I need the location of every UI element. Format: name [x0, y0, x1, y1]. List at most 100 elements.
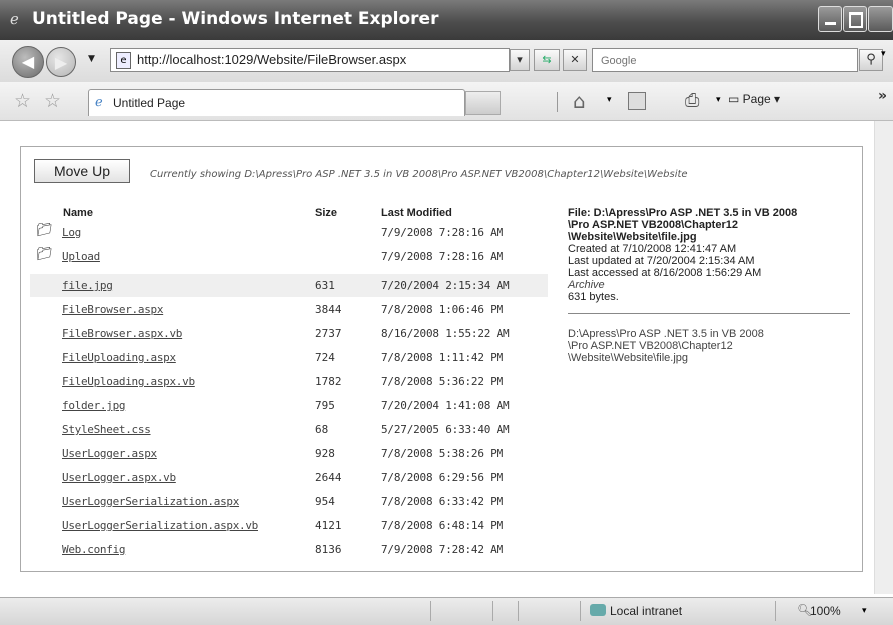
home-dropdown-icon[interactable]: ▾	[607, 95, 612, 105]
file-link[interactable]: UserLoggerSerialization.aspx	[62, 495, 239, 508]
file-link[interactable]: UserLogger.aspx.vb	[62, 471, 176, 484]
stop-button[interactable]: ✕	[563, 49, 587, 71]
file-link[interactable]: StyleSheet.css	[62, 423, 151, 436]
new-tab-button[interactable]	[465, 91, 501, 115]
history-dropdown-icon[interactable]: ▼	[88, 54, 95, 64]
size-cell: 954	[315, 495, 335, 508]
feeds-icon[interactable]	[628, 92, 646, 110]
address-bar[interactable]: e http://localhost:1029/Website/FileBrow…	[110, 48, 510, 72]
modified-cell: 7/8/2008 6:33:42 PM	[381, 495, 504, 508]
file-row: UserLoggerSerialization.aspx.vb 4121 7/8…	[30, 514, 548, 537]
modified-cell: 7/9/2008 7:28:16 AM	[381, 250, 504, 263]
favorites-star-icon[interactable]: ☆	[14, 90, 31, 112]
full-path-line: D:\Apress\Pro ASP .NET 3.5 in VB 2008	[568, 328, 764, 340]
file-row: UserLogger.aspx.vb 2644 7/8/2008 6:29:56…	[30, 466, 548, 489]
vertical-scrollbar[interactable]	[874, 121, 893, 594]
security-zone-label[interactable]: Local intranet	[610, 604, 682, 618]
accessed-text: Last accessed at 8/16/2008 1:56:29 AM	[568, 267, 762, 279]
folder-link[interactable]: Upload	[62, 250, 100, 263]
modified-cell: 7/8/2008 5:38:26 PM	[381, 447, 504, 460]
file-link[interactable]: FileUploading.aspx.vb	[62, 375, 195, 388]
file-row: UserLogger.aspx 928 7/8/2008 5:38:26 PM	[30, 442, 548, 465]
back-arrow-icon: ◀	[21, 52, 35, 71]
file-link[interactable]: folder.jpg	[62, 399, 126, 412]
folder-icon: 📁︎	[36, 247, 53, 262]
file-path-line: \Pro ASP.NET VB2008\Chapter12	[568, 219, 738, 231]
column-header-modified[interactable]: Last Modified	[381, 207, 452, 219]
tab-bar: ☆ ☆ ℯ Untitled Page ⌂ ▾ ⎙ ▾ ▭ Page ▾ »	[0, 82, 893, 121]
search-button[interactable]: ⚲	[859, 49, 883, 71]
size-cell: 2644	[315, 471, 342, 484]
folder-link[interactable]: Log	[62, 226, 81, 239]
full-path-line: \Website\Website\file.jpg	[568, 352, 689, 364]
move-up-button[interactable]: Move Up	[34, 159, 130, 183]
modified-cell: 7/9/2008 7:28:42 AM	[381, 543, 504, 556]
print-dropdown-icon[interactable]: ▾	[716, 95, 721, 105]
modified-cell: 7/8/2008 6:48:14 PM	[381, 519, 504, 532]
status-separator	[580, 601, 581, 621]
modified-cell: 5/27/2005 6:33:40 AM	[381, 423, 510, 436]
size-cell: 4121	[315, 519, 342, 532]
title-bar[interactable]: ℯ Untitled Page - Windows Internet Explo…	[0, 0, 893, 40]
search-dropdown-icon[interactable]: ▾	[881, 49, 891, 59]
status-separator	[430, 601, 431, 621]
more-commands-icon[interactable]: »	[878, 88, 887, 104]
file-row: folder.jpg 795 7/20/2004 1:41:08 AM	[30, 394, 548, 417]
page-menu-label: Page	[742, 92, 771, 106]
home-icon[interactable]: ⌂	[573, 89, 586, 113]
current-directory-label: Currently showing D:\Apress\Pro ASP .NET…	[150, 169, 688, 180]
address-dropdown-button[interactable]: ▾	[510, 49, 530, 71]
forward-arrow-icon: ▶	[54, 53, 68, 72]
file-link[interactable]: UserLogger.aspx	[62, 447, 157, 460]
forward-button[interactable]: ▶	[46, 47, 76, 77]
size-cell: 795	[315, 399, 335, 412]
file-link[interactable]: FileUploading.aspx	[62, 351, 176, 364]
folder-row: 📁︎ Log 7/9/2008 7:28:16 AM	[30, 221, 548, 244]
modified-cell: 7/8/2008 5:36:22 PM	[381, 375, 504, 388]
modified-cell: 7/8/2008 1:06:46 PM	[381, 303, 504, 316]
updated-text: Last updated at 7/20/2004 2:15:34 AM	[568, 255, 755, 267]
file-link[interactable]: Web.config	[62, 543, 126, 556]
search-box[interactable]	[592, 48, 858, 72]
column-header-name[interactable]: Name	[63, 207, 93, 219]
file-row: FileUploading.aspx.vb 1782 7/8/2008 5:36…	[30, 370, 548, 393]
size-cell: 724	[315, 351, 335, 364]
file-row: FileBrowser.aspx 3844 7/8/2008 1:06:46 P…	[30, 298, 548, 321]
minimize-button[interactable]	[818, 6, 842, 32]
file-link[interactable]: UserLoggerSerialization.aspx.vb	[62, 519, 258, 532]
zoom-dropdown-icon[interactable]: ▾	[862, 606, 867, 616]
page-menu[interactable]: ▭ Page ▾	[728, 92, 780, 106]
print-icon[interactable]: ⎙	[685, 90, 699, 111]
add-favorites-icon[interactable]: ☆	[44, 90, 61, 112]
page-icon: e	[116, 52, 131, 69]
close-button[interactable]	[868, 6, 893, 32]
toolbar-separator	[557, 92, 558, 112]
size-cell: 68	[315, 423, 329, 436]
tab-untitled-page[interactable]: ℯ Untitled Page	[88, 89, 465, 116]
zoom-level[interactable]: 100%	[810, 604, 841, 618]
file-path-line: \Website\Website\file.jpg	[568, 231, 697, 243]
modified-cell: 7/8/2008 1:11:42 PM	[381, 351, 504, 364]
column-header-size[interactable]: Size	[315, 207, 337, 219]
file-link[interactable]: FileBrowser.aspx	[62, 303, 163, 316]
tab-label: Untitled Page	[113, 96, 186, 110]
ie-page-icon: ℯ	[95, 95, 103, 110]
status-separator	[775, 601, 776, 621]
file-row: FileBrowser.aspx.vb 2737 8/16/2008 1:55:…	[30, 322, 548, 345]
status-separator	[518, 601, 519, 621]
file-link[interactable]: file.jpg	[62, 279, 113, 292]
refresh-button[interactable]: ⇆	[534, 49, 560, 71]
back-button[interactable]: ◀	[12, 46, 44, 78]
file-row: StyleSheet.css 68 5/27/2005 6:33:40 AM	[30, 418, 548, 441]
modified-cell: 7/8/2008 6:29:56 PM	[381, 471, 504, 484]
navigation-bar: ◀ ▶ ▼ e http://localhost:1029/Website/Fi…	[0, 40, 893, 82]
status-separator	[492, 601, 493, 621]
file-details-panel: File: D:\Apress\Pro ASP .NET 3.5 in VB 2…	[568, 207, 850, 364]
bytes-text: 631 bytes.	[568, 291, 619, 303]
file-link[interactable]: FileBrowser.aspx.vb	[62, 327, 182, 340]
address-url[interactable]: http://localhost:1029/Website/FileBrowse…	[137, 52, 406, 67]
search-input[interactable]	[599, 51, 853, 71]
folder-icon: 📁︎	[36, 223, 53, 238]
file-row: Web.config 8136 7/9/2008 7:28:42 AM	[30, 538, 548, 561]
maximize-button[interactable]	[843, 6, 867, 32]
